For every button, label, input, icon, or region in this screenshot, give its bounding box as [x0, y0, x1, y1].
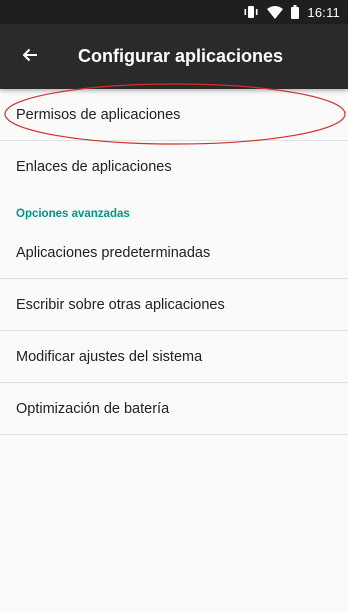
app-bar: Configurar aplicaciones: [0, 24, 348, 89]
list-item-escribir[interactable]: Escribir sobre otras aplicaciones: [0, 279, 348, 331]
list-item-permisos[interactable]: Permisos de aplicaciones: [0, 89, 348, 141]
settings-list: Permisos de aplicaciones Enlaces de apli…: [0, 89, 348, 435]
back-button[interactable]: [10, 37, 50, 77]
arrow-back-icon: [22, 47, 38, 68]
status-bar: 16:11: [0, 0, 348, 24]
vibrate-icon: [243, 5, 259, 19]
wifi-icon: [267, 5, 284, 19]
battery-icon: [291, 5, 300, 19]
list-item-optimizacion[interactable]: Optimización de batería: [0, 383, 348, 435]
section-header-advanced: Opciones avanzadas: [16, 208, 130, 220]
status-time: 16:11: [307, 4, 340, 20]
list-item-enlaces[interactable]: Enlaces de aplicaciones: [0, 141, 348, 193]
list-item-predeterminadas[interactable]: Aplicaciones predeterminadas: [0, 227, 348, 279]
page-title: Configurar aplicaciones: [78, 46, 284, 66]
list-item-modificar[interactable]: Modificar ajustes del sistema: [0, 331, 348, 383]
